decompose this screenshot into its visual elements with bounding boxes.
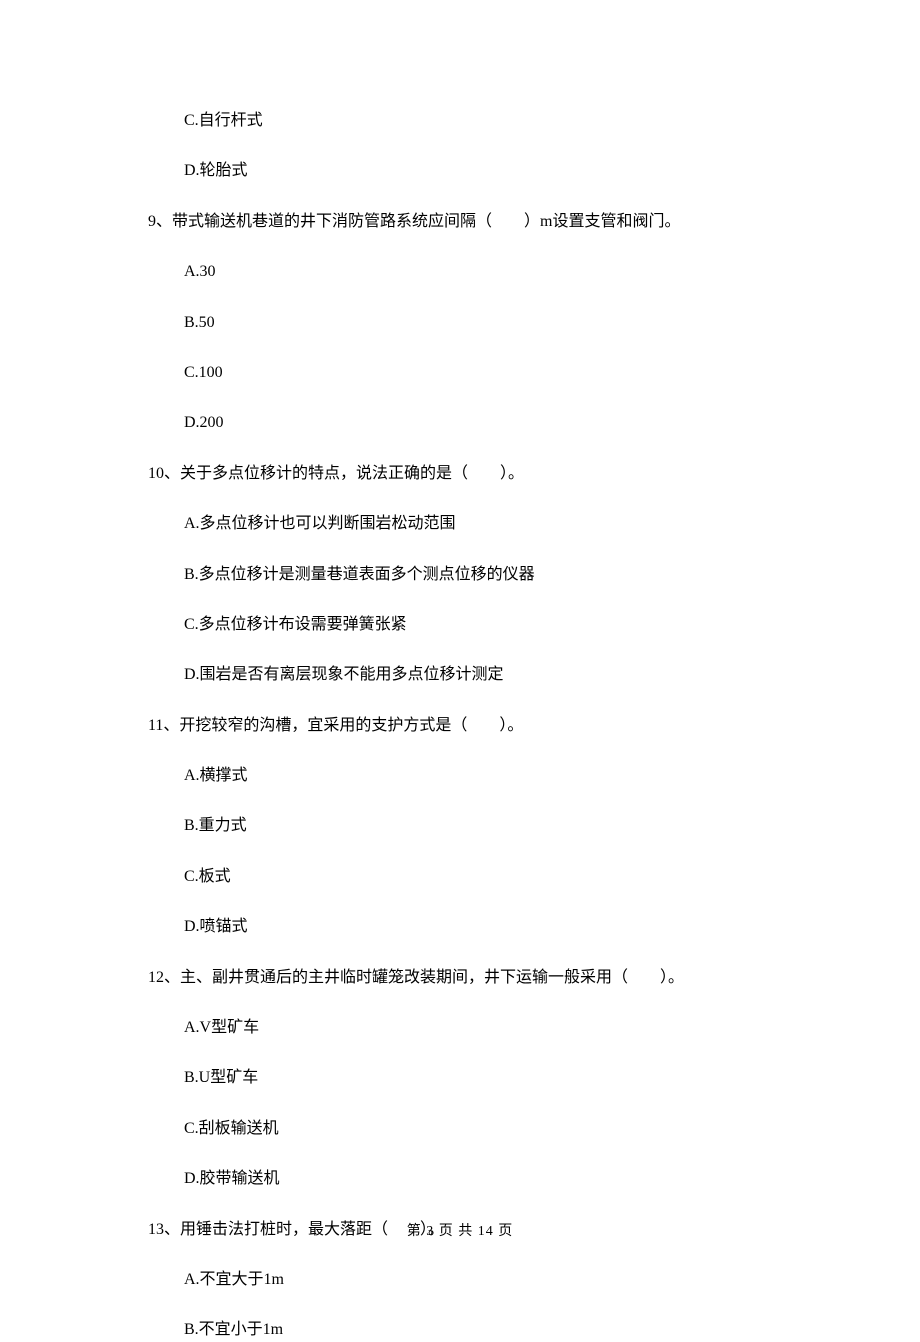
q11-option-a: A.横撑式 [148,765,820,787]
q10-text: 10、关于多点位移计的特点，说法正确的是（ ）。 [148,463,820,485]
q12-option-d: D.胶带输送机 [148,1168,820,1190]
q12-option-c: C.刮板输送机 [148,1118,820,1140]
q10-option-a: A.多点位移计也可以判断围岩松动范围 [148,513,820,535]
q11-text: 11、开挖较窄的沟槽，宜采用的支护方式是（ ）。 [148,715,820,737]
q12-option-b: B.U型矿车 [148,1067,820,1089]
q13-option-a: A.不宜大于1m [148,1269,820,1291]
q8-option-c: C.自行杆式 [148,110,820,132]
q9-option-c: C.100 [148,362,820,384]
q11-option-d: D.喷锚式 [148,916,820,938]
q11-option-b: B.重力式 [148,815,820,837]
q12-option-a: A.V型矿车 [148,1017,820,1039]
q10-option-d: D.围岩是否有离层现象不能用多点位移计测定 [148,664,820,686]
q9-option-a: A.30 [148,261,820,283]
q10-option-c: C.多点位移计布设需要弹簧张紧 [148,614,820,636]
page-footer: 第 3 页 共 14 页 [0,1220,920,1240]
q9-option-d: D.200 [148,412,820,434]
q8-option-d: D.轮胎式 [148,160,820,182]
q9-option-b: B.50 [148,312,820,334]
q9-text: 9、带式输送机巷道的井下消防管路系统应间隔（ ）m设置支管和阀门。 [148,211,820,233]
q10-option-b: B.多点位移计是测量巷道表面多个测点位移的仪器 [148,564,820,586]
q13-option-b: B.不宜小于1m [148,1319,820,1341]
q11-option-c: C.板式 [148,866,820,888]
q12-text: 12、主、副井贯通后的主井临时罐笼改装期间，井下运输一般采用（ ）。 [148,967,820,989]
page-content: C.自行杆式 D.轮胎式 9、带式输送机巷道的井下消防管路系统应间隔（ ）m设置… [0,110,920,1342]
